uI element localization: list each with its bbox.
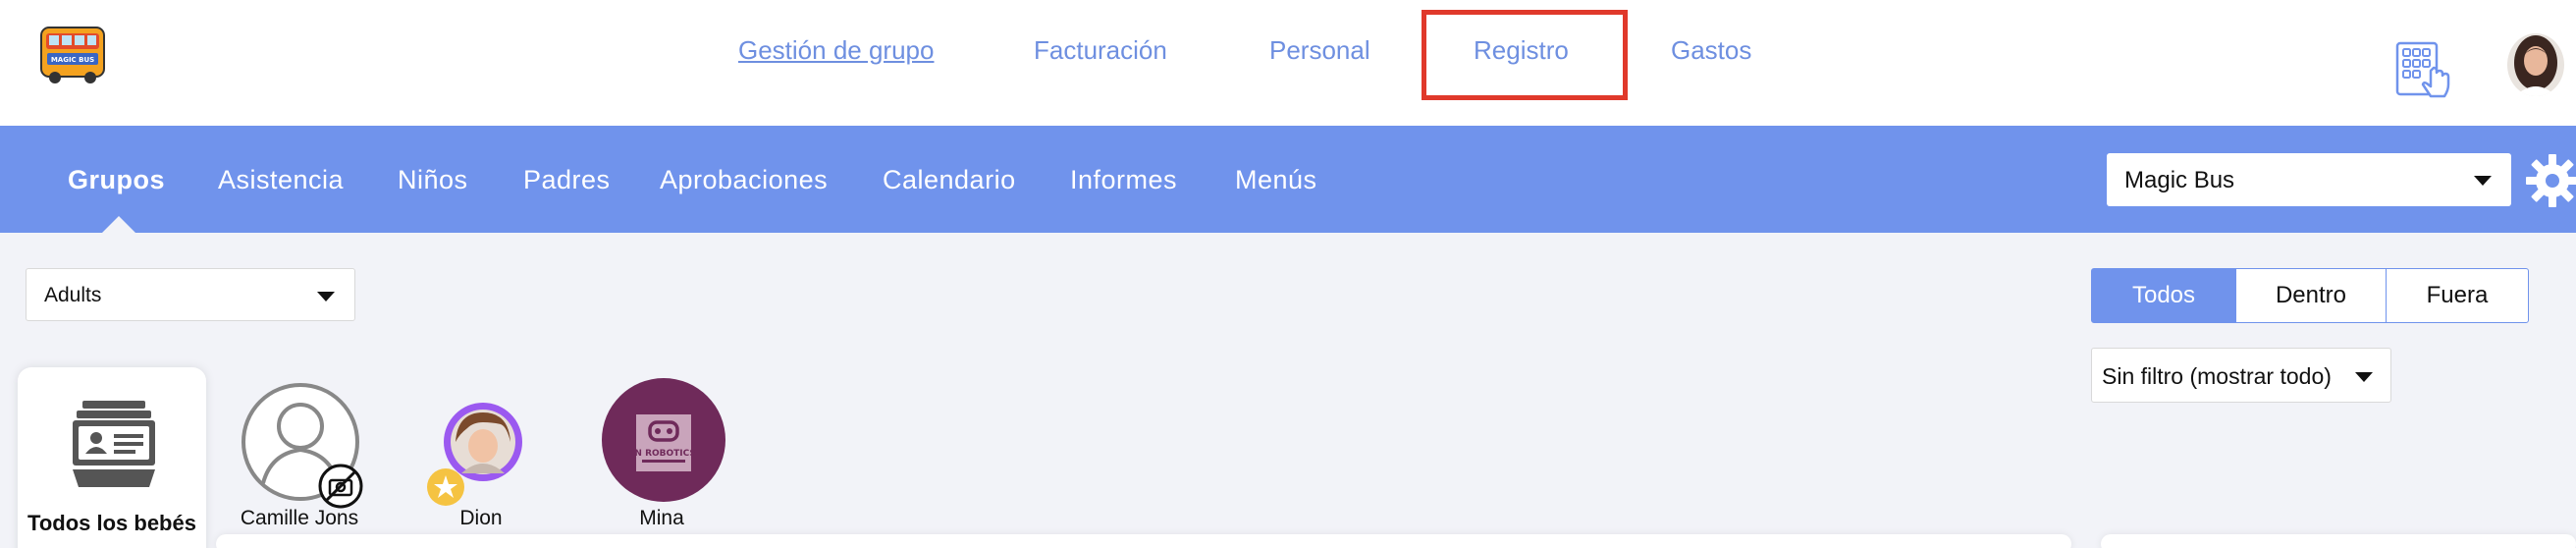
caret-down-icon (2355, 372, 2373, 382)
nav-tab-padres[interactable]: Padres (523, 165, 611, 195)
topnav-link-personal[interactable]: Personal (1269, 35, 1370, 66)
nav-tab-ninos[interactable]: Niños (398, 165, 468, 195)
svg-text:MAGIC BUS: MAGIC BUS (51, 56, 94, 64)
star-badge-icon (427, 468, 464, 506)
group-select-value: Adults (44, 284, 102, 306)
child-card-mina[interactable]: IN ROBOTICS Mina (593, 373, 730, 530)
group-select-dropdown[interactable]: Adults (26, 268, 355, 321)
all-babies-label: Todos los bebés (27, 511, 196, 535)
nav-tab-aprobaciones[interactable]: Aprobaciones (660, 165, 828, 195)
caret-down-icon (317, 292, 335, 301)
status-filter-dropdown[interactable]: Sin filtro (mostrar todo) (2091, 348, 2391, 403)
nav-tab-asistencia[interactable]: Asistencia (218, 165, 344, 195)
main-content-panel (216, 534, 2071, 548)
no-photo-icon (318, 464, 363, 509)
nav-tab-menus[interactable]: Menús (1235, 165, 1317, 195)
active-tab-indicator (102, 216, 135, 233)
filter-tab-dentro[interactable]: Dentro (2235, 268, 2387, 323)
caret-down-icon (2474, 176, 2492, 186)
filter-tab-todos[interactable]: Todos (2091, 268, 2236, 323)
child-card-camille-jons[interactable]: Camille Jons (226, 373, 373, 530)
kiosk-keypad-icon[interactable] (2395, 41, 2454, 106)
status-filter-value: Sin filtro (mostrar todo) (2102, 363, 2332, 389)
svg-text:IN ROBOTICS: IN ROBOTICS (631, 449, 696, 459)
center-select-value: Magic Bus (2124, 167, 2235, 193)
magic-bus-logo[interactable]: MAGIC BUS (37, 22, 108, 86)
topnav-link-facturacion[interactable]: Facturación (1034, 35, 1167, 66)
child-card-dion[interactable]: Dion (422, 373, 540, 530)
id-card-stack-icon (73, 401, 155, 487)
nav-tab-grupos[interactable]: Grupos (68, 165, 165, 195)
child-name: Dion (459, 507, 503, 529)
nav-tab-calendario[interactable]: Calendario (883, 165, 1016, 195)
gear-icon[interactable] (2525, 153, 2576, 208)
user-avatar[interactable] (2507, 33, 2564, 96)
child-name: Camille Jons (240, 507, 359, 529)
filter-tab-fuera[interactable]: Fuera (2386, 268, 2529, 323)
top-bar: MAGIC BUS Gestión de grupo Facturación P… (0, 0, 2576, 126)
side-content-panel (2101, 534, 2576, 548)
center-select-dropdown[interactable]: Magic Bus (2107, 153, 2511, 206)
nav-tab-informes[interactable]: Informes (1070, 165, 1177, 195)
all-babies-card[interactable]: Todos los bebés (18, 367, 206, 548)
child-name: Mina (639, 507, 684, 529)
topnav-link-gestion-de-grupo[interactable]: Gestión de grupo (738, 35, 934, 66)
registro-highlight-box (1422, 10, 1628, 100)
child-photo-mina: IN ROBOTICS (602, 378, 725, 502)
topnav-link-gastos[interactable]: Gastos (1671, 35, 1751, 66)
